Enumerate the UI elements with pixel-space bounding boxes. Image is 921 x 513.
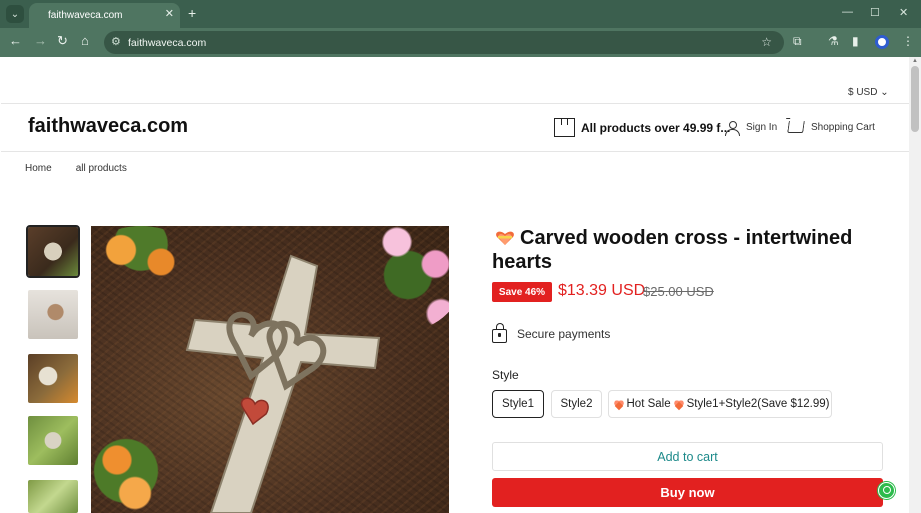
browser-toolbar: ← → ↻ ⌂ ⚙ faithwaveca.com ☆ ⧉ ⚗ ▮ ⋮ [0,28,921,57]
secure-payments: Secure payments [492,323,611,343]
product-thumbnail[interactable] [28,416,78,465]
lock-icon [492,323,507,343]
breadcrumb-home[interactable]: Home [25,163,52,174]
profile-avatar-icon[interactable] [875,35,889,49]
cart-label: Shopping Cart [811,121,875,133]
browser-tab-strip: ⌄ faithwaveca.com ✕ + — ☐ ✕ [0,0,921,28]
cart-icon [787,121,805,133]
promo-text: All products over 49.99 f... [581,120,731,135]
side-panel-icon[interactable]: ▮ [852,34,859,48]
chrome-menu-icon[interactable]: ⋮ [902,34,914,48]
chat-widget-icon[interactable] [878,482,895,499]
discount-badge: Save 46% [492,282,552,302]
product-thumbnail[interactable] [28,290,78,339]
minimize-button[interactable]: — [842,6,853,18]
sign-in-label: Sign In [746,122,778,133]
bookmark-star-icon[interactable]: ☆ [761,35,772,49]
tab-title: faithwaveca.com [48,10,123,21]
promo-banner[interactable]: All products over 49.99 f... [554,118,730,137]
style-option-style1[interactable]: Style1 [492,390,544,418]
reload-button[interactable]: ↻ [57,33,68,49]
tab-close-icon[interactable]: ✕ [165,7,174,20]
page-scrollbar[interactable]: ▲ [909,57,921,513]
shopping-cart-link[interactable]: Shopping Cart [787,121,875,133]
window-close-button[interactable]: ✕ [899,6,908,19]
wooden-cross-illustration [185,254,381,513]
style-option-label-post: Style1+Style2(Save $12.99) [686,398,830,410]
tab-search-button[interactable]: ⌄ [6,5,24,23]
style-option-bundle[interactable]: Hot Sale Style1+Style2(Save $12.99) [608,390,832,418]
secure-payments-label: Secure payments [517,327,611,341]
buy-now-button[interactable]: Buy now [492,478,883,507]
heart-emoji-icon [613,399,624,409]
sign-in-link[interactable]: Sign In [725,121,778,136]
product-thumbnail[interactable] [26,225,80,278]
divider [1,103,909,104]
labs-flask-icon[interactable]: ⚗ [828,34,839,48]
style-label: Style [492,368,519,382]
address-bar[interactable]: ⚙ faithwaveca.com ☆ [104,31,784,54]
breadcrumb: Home all products [25,163,127,174]
forward-button[interactable]: → [34,33,47,48]
extensions-icon[interactable]: ⧉ [793,34,802,49]
add-to-cart-button[interactable]: Add to cart [492,442,883,471]
scrollbar-thumb[interactable] [911,66,919,132]
package-icon [554,118,575,137]
style-option-style2[interactable]: Style2 [551,390,602,418]
style-option-label-pre: Hot Sale [626,398,671,410]
browser-tab[interactable]: faithwaveca.com ✕ [29,3,180,28]
heart-emoji-icon [673,399,684,409]
maximize-button[interactable]: ☐ [870,6,880,19]
breadcrumb-all-products[interactable]: all products [76,163,127,174]
url-text: faithwaveca.com [128,36,207,49]
site-logo-title[interactable]: faithwaveca.com [28,115,188,138]
new-tab-button[interactable]: + [188,5,196,21]
site-info-icon[interactable]: ⚙ [111,35,121,48]
style-option-label: Style1 [502,398,534,410]
web-page: $ USD ⌄ faithwaveca.com All products ove… [1,57,909,513]
back-button[interactable]: ← [9,33,22,48]
currency-selector[interactable]: $ USD ⌄ [848,87,889,98]
divider [1,151,909,152]
compare-at-price: $25.00 USD [643,284,714,299]
sale-price: $13.39 USD [558,282,646,299]
home-button[interactable]: ⌂ [81,33,89,48]
product-main-image[interactable] [91,226,449,513]
scroll-up-arrow-icon[interactable]: ▲ [912,58,918,64]
product-thumbnail[interactable] [28,480,78,513]
user-icon [725,121,740,136]
product-title: Carved wooden cross - intertwined hearts [492,227,853,273]
product-thumbnail[interactable] [28,354,78,403]
style-option-label: Style2 [560,398,593,410]
